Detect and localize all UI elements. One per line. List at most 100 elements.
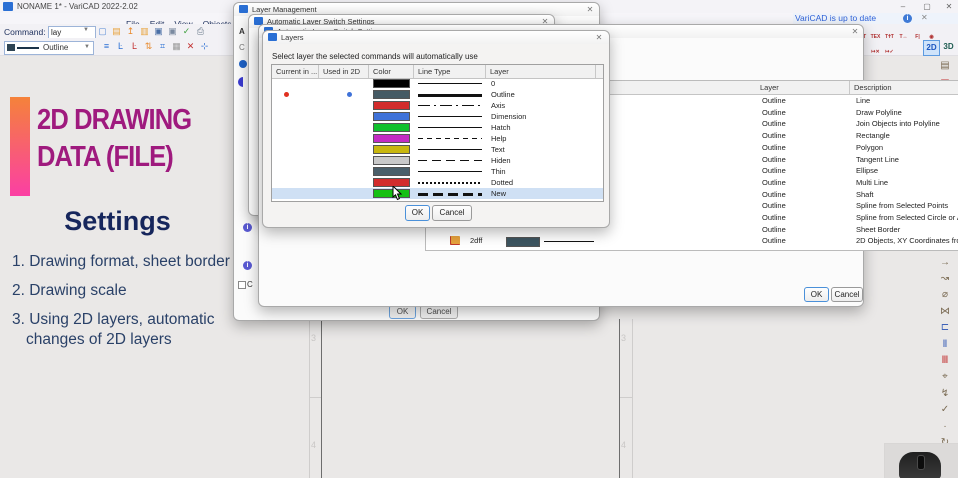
layers-col-line-type[interactable]: Line Type — [414, 65, 486, 78]
new-file-icon[interactable]: ▢ — [96, 25, 109, 37]
dot-icon[interactable]: · — [934, 419, 956, 435]
view-2d-button[interactable]: 2D — [923, 40, 940, 56]
layers-table[interactable]: Current in ...Used in 2DColorLine TypeLa… — [271, 64, 604, 202]
switch-col-layer[interactable]: Layer — [756, 81, 850, 94]
layer-name: Thin — [491, 166, 506, 177]
notice-close-icon[interactable]: ✕ — [921, 13, 928, 22]
line-type-sample — [418, 105, 482, 106]
axis-cross-icon[interactable]: ⊹ — [198, 40, 211, 52]
w1-ok-button[interactable]: OK — [389, 305, 416, 319]
check-icon[interactable]: ✓ — [934, 402, 956, 418]
layer-row-axis[interactable]: Axis — [272, 100, 603, 111]
line-type-sample — [418, 171, 482, 172]
target-icon[interactable]: ⌖ — [934, 369, 956, 385]
w4-ok-button[interactable]: OK — [405, 205, 430, 221]
overlay-list: 1. Drawing format, sheet border2. Drawin… — [12, 252, 234, 359]
w3-ok-button[interactable]: OK — [804, 287, 829, 302]
switch-layer: Outline — [762, 189, 786, 201]
layer-row-hiden[interactable]: Hiden — [272, 155, 603, 166]
layer-row-help[interactable]: Help — [272, 133, 603, 144]
maximize-button[interactable]: ▢ — [919, 1, 935, 12]
shaft-icon[interactable]: Ⅱ — [934, 337, 956, 353]
section-icon[interactable]: ⋈ — [934, 304, 956, 320]
switch-col-description[interactable]: Description — [850, 81, 958, 94]
switch-layer: Outline — [762, 177, 786, 189]
w4-close-icon[interactable]: ✕ — [593, 33, 605, 42]
import-icon[interactable]: ↥ — [124, 25, 137, 37]
delete-icon[interactable]: ✕ — [184, 40, 197, 52]
command-dropdown-icon[interactable]: ▼ — [83, 27, 89, 33]
w1-info-icon-1[interactable]: i — [243, 223, 252, 232]
layer-row-text[interactable]: Text — [272, 144, 603, 155]
mouse-wheel — [917, 455, 925, 470]
color-swatch[interactable] — [373, 101, 410, 110]
layers-col-current-in-[interactable]: Current in ... — [272, 65, 319, 78]
move-axes-icon[interactable]: ⇅ — [142, 40, 155, 52]
dim-delete-icon[interactable]: ↦✕ — [869, 46, 882, 58]
arrow-right-icon[interactable]: → — [934, 255, 956, 271]
layer-delete-icon[interactable]: Ŀ — [128, 40, 141, 52]
layer-name: Text — [491, 144, 505, 155]
line-style-combo[interactable]: Outline ▼ — [4, 41, 94, 55]
print-icon[interactable]: ⎙ — [194, 25, 207, 37]
color-swatch[interactable] — [373, 156, 410, 165]
insert-block-icon[interactable]: ▤ — [934, 58, 956, 74]
layer-row-hatch[interactable]: Hatch — [272, 122, 603, 133]
w1-info-icon-2[interactable]: i — [243, 261, 252, 270]
bracket-icon[interactable]: ⊏ — [934, 320, 956, 336]
color-swatch[interactable] — [373, 112, 410, 121]
layer-row-new[interactable]: New — [272, 188, 603, 199]
layer-row-0[interactable]: 0 — [272, 78, 603, 89]
layer-row-dotted[interactable]: Dotted — [272, 177, 603, 188]
dim-check-icon[interactable]: ↦✓ — [883, 46, 896, 58]
open-folder-icon[interactable]: ▤ — [110, 25, 123, 37]
text-width-icon[interactable]: T↔ — [897, 31, 910, 43]
snap-icon[interactable]: ⌗ — [156, 40, 169, 52]
info-icon[interactable]: i — [903, 14, 912, 23]
fill-icon[interactable]: ▦ — [170, 40, 183, 52]
layer-name: Help — [491, 133, 506, 144]
shaft-red-icon[interactable]: Ⅲ — [934, 353, 956, 369]
sheet-border-outer-left — [309, 319, 310, 478]
layer-row-dimension[interactable]: Dimension — [272, 111, 603, 122]
save-as-icon[interactable]: ▣ — [166, 25, 179, 37]
layers-col-color[interactable]: Color — [369, 65, 414, 78]
color-swatch[interactable] — [373, 145, 410, 154]
color-swatch[interactable] — [373, 167, 410, 176]
color-swatch[interactable] — [373, 134, 410, 143]
close-button[interactable]: ✕ — [941, 1, 957, 12]
minimize-button[interactable]: – — [895, 1, 911, 12]
dialog-layers: Layers ✕ Select layer the selected comma… — [262, 30, 610, 228]
spline-icon[interactable]: ↝ — [934, 271, 956, 287]
layer-row-outline[interactable]: Outline — [272, 89, 603, 100]
color-swatch[interactable] — [373, 79, 410, 88]
bolt-icon[interactable]: ↯ — [934, 386, 956, 402]
used-indicator-dot — [347, 92, 352, 97]
color-swatch[interactable] — [373, 123, 410, 132]
view-3d-button[interactable]: 3D — [941, 40, 956, 54]
switch-row[interactable]: 2dffOutline2D Objects, XY Coordinates fr… — [426, 235, 958, 247]
layers-col-layer[interactable]: Layer — [486, 65, 596, 78]
color-swatch[interactable] — [373, 90, 410, 99]
w1-cancel-button[interactable]: Cancel — [420, 305, 458, 319]
open-recent-icon[interactable]: ▥ — [138, 25, 151, 37]
w4-cancel-button[interactable]: Cancel — [432, 205, 472, 221]
switch-description: Polygon — [856, 142, 883, 154]
layers-icon[interactable]: ≡ — [100, 40, 113, 52]
w3-cancel-button[interactable]: Cancel — [831, 287, 863, 302]
save-icon[interactable]: ▣ — [152, 25, 165, 37]
layer-name: Hatch — [491, 122, 511, 133]
line-type-sample — [418, 193, 482, 196]
diameter-icon[interactable]: ⌀ — [934, 287, 956, 303]
save-check-icon[interactable]: ✓ — [180, 25, 193, 37]
w1-checkbox[interactable] — [238, 281, 246, 289]
layer-row-thin[interactable]: Thin — [272, 166, 603, 177]
layer-by-object-icon[interactable]: Ŀ — [114, 40, 127, 52]
overlay-heading: Settings — [0, 206, 235, 237]
w3-close-icon[interactable]: ✕ — [849, 27, 861, 36]
w1-close-icon[interactable]: ✕ — [584, 5, 596, 14]
layers-col-used-in-2d[interactable]: Used in 2D — [319, 65, 369, 78]
line-type-sample — [418, 160, 482, 161]
w4-titlebar[interactable]: Layers ✕ — [263, 31, 609, 44]
line-style-dropdown-icon[interactable]: ▼ — [84, 44, 90, 50]
